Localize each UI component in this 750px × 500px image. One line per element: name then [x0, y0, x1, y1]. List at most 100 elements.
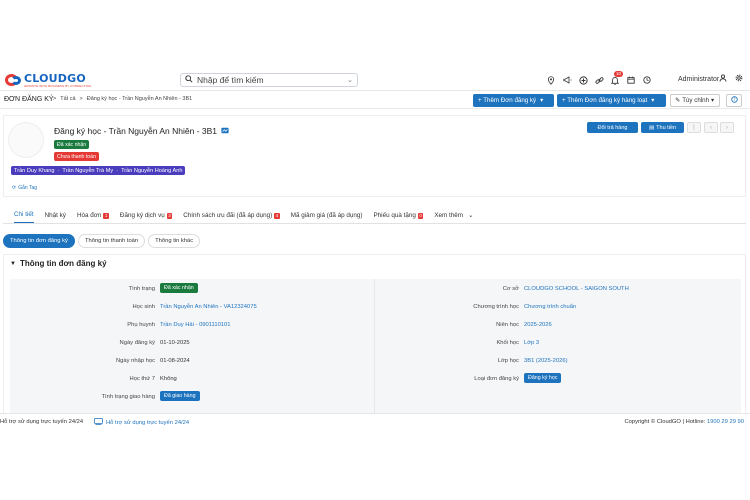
clock-icon[interactable]: [639, 73, 655, 87]
campus-link[interactable]: CLOUDGO SCHOOL - SAIGON SOUTH: [524, 286, 629, 292]
tab-activity-log[interactable]: Nhật ký: [45, 212, 66, 223]
tag-icon[interactable]: [221, 127, 229, 136]
grade-link[interactable]: Lớp 3: [524, 340, 539, 346]
field-label: Loại đơn đăng ký: [474, 376, 519, 382]
registration-type-badge: Đăng ký học: [524, 373, 562, 383]
caret-down-icon[interactable]: ▾: [651, 97, 654, 104]
record-title: Đăng ký học - Trần Nguyễn An Nhiên - 3B1: [54, 126, 229, 136]
detail-tabs: Chi tiết Nhật ký Hóa đơn 1 Đăng ký dịch v…: [3, 208, 746, 224]
field-label: Chương trình học: [473, 304, 519, 310]
return-goods-button[interactable]: Đổi trả hàng: [587, 122, 638, 133]
record-header: Đăng ký học - Trần Nguyễn An Nhiên - 3B1…: [3, 115, 746, 197]
tab-details[interactable]: Chi tiết: [14, 211, 34, 223]
status-badge: Đã xác nhận: [160, 283, 198, 293]
field-label: Phụ huynh: [127, 322, 155, 328]
tab-service-registrations[interactable]: Đăng ký dịch vụ 3: [120, 212, 173, 223]
related-people-tag[interactable]: Trần Duy Khang - Trần Nguyễn Trà My - Tr…: [11, 166, 186, 175]
help-button[interactable]: ?: [726, 93, 742, 107]
add-bulk-registration-button[interactable]: + Thêm Đơn đăng ký hàng loạt ▾: [557, 93, 666, 107]
delivery-status-badge: Đã giao hàng: [160, 391, 200, 401]
field-label: Ngày nhập học: [116, 358, 155, 364]
search-input[interactable]: Nhập để tìm kiếm: [197, 75, 347, 85]
bell-icon[interactable]: 10: [607, 71, 623, 87]
module-title[interactable]: ĐƠN ĐĂNG KÝ: [4, 96, 54, 103]
tab-more[interactable]: Xem thêm ⌄: [434, 212, 473, 223]
caret-down-icon: ▼: [10, 260, 16, 267]
calendar-icon[interactable]: [623, 73, 639, 87]
user-name[interactable]: Administrator: [678, 76, 719, 83]
tab-invoices[interactable]: Hóa đơn 1: [77, 212, 109, 223]
kebab-icon: ⋮: [691, 125, 697, 131]
class-link[interactable]: 3B1 (2025-2026): [524, 358, 568, 364]
location-icon[interactable]: [543, 73, 559, 87]
tab-gift-vouchers[interactable]: Phiếu quà tặng 0: [373, 212, 424, 223]
registration-info-panel: ▼ Thông tin đơn đăng ký Tình trạng Đã xá…: [3, 254, 746, 415]
breadcrumb-sep: >: [53, 96, 57, 102]
next-record-button[interactable]: ›: [720, 122, 734, 133]
notification-badge: 10: [613, 71, 623, 77]
footer-bar: Hỗ trợ sử dụng trực tuyến 24/24 Hỗ trợ s…: [0, 413, 750, 430]
subtab-other-info[interactable]: Thông tin khác: [148, 234, 201, 248]
section-subtabs: Thông tin đơn đăng ký Thông tin thanh to…: [3, 234, 201, 248]
column-divider: [374, 279, 375, 415]
search-icon: [185, 75, 193, 85]
tab-applied-policies[interactable]: Chính sách ưu đãi (đã áp dụng) 4: [183, 212, 280, 223]
support-link[interactable]: Hỗ trợ sử dụng trực tuyến 24/24: [94, 418, 189, 427]
add-tag-link[interactable]: ⟳ Gắn Tag: [12, 185, 37, 191]
related-person: Trần Duy Khang: [14, 167, 55, 174]
field-label: Học thứ 7: [129, 376, 155, 382]
add-tag-label: Gắn Tag: [18, 185, 38, 191]
chevron-right-icon: ›: [726, 124, 728, 131]
receipt-icon: ▤: [648, 124, 655, 131]
prev-record-button[interactable]: ‹: [704, 122, 718, 133]
add-registration-button[interactable]: + Thêm Đơn đăng ký ▾: [473, 93, 554, 107]
program-link[interactable]: Chương trình chuẩn: [524, 304, 576, 310]
record-avatar[interactable]: [8, 122, 44, 158]
brand-slogan: GROWTH WITH BUSINESS BY CONNECTING: [24, 83, 92, 88]
field-label: Ngày đăng ký: [119, 340, 155, 346]
subtab-payment-info[interactable]: Thông tin thanh toán: [77, 234, 146, 248]
chevron-down-icon[interactable]: ⌄: [347, 76, 353, 84]
school-year-link[interactable]: 2025-2026: [524, 322, 552, 328]
megaphone-icon[interactable]: [559, 73, 575, 87]
more-actions-button[interactable]: ⋮: [687, 122, 701, 133]
breadcrumb-record[interactable]: Đăng ký học - Trần Nguyễn An Nhiên - 3B1: [87, 96, 192, 102]
breadcrumb-all[interactable]: Tất cả: [60, 96, 75, 102]
chat-support-icon: [94, 418, 103, 427]
collect-payment-button[interactable]: ▤ Thu tiền: [641, 122, 684, 133]
field-grid: Tình trạng Đã xác nhận Học sinh Trần Ngu…: [10, 279, 741, 415]
gear-icon[interactable]: [735, 74, 743, 84]
status-badge-confirmed: Đã xác nhận: [54, 140, 90, 149]
related-person: Trần Nguyễn Hoàng Anh: [121, 167, 183, 174]
field-label: Khối học: [496, 340, 519, 346]
chevron-left-icon: ‹: [710, 124, 712, 131]
section-title[interactable]: ▼ Thông tin đơn đăng ký: [10, 259, 107, 268]
user-icon[interactable]: [719, 74, 727, 84]
tag-refresh-icon: ⟳: [12, 185, 17, 191]
enrollment-date: 01-08-2024: [160, 358, 190, 364]
breadcrumb: > Tất cả > Đăng ký học - Trần Nguyễn An …: [53, 96, 192, 102]
student-link[interactable]: Trần Nguyễn An Nhiên - VA12324075: [160, 304, 257, 310]
tab-applied-coupons[interactable]: Mã giảm giá (đã áp dụng): [291, 212, 363, 223]
link-icon[interactable]: [591, 73, 607, 87]
header-icons: 10: [543, 71, 655, 87]
saturday-class: Không: [160, 376, 177, 382]
wrench-icon: ✎: [675, 96, 681, 104]
field-label: Cơ sở: [502, 286, 519, 292]
customize-button[interactable]: ✎ Tùy chỉnh ▾: [670, 93, 720, 107]
tab-count-badge: 4: [274, 212, 280, 219]
global-search[interactable]: Nhập để tìm kiếm ⌄: [180, 73, 358, 87]
caret-down-icon[interactable]: ▾: [540, 97, 543, 104]
brand-name: CLOUDGO: [24, 71, 86, 85]
app-window: CLOUDGO GROWTH WITH BUSINESS BY CONNECTI…: [0, 68, 750, 430]
status-badge-unpaid: Chưa thanh toán: [54, 152, 99, 161]
add-circle-icon[interactable]: [575, 73, 591, 87]
subtab-registration-info[interactable]: Thông tin đơn đăng ký: [3, 234, 75, 248]
svg-text:?: ?: [733, 97, 735, 102]
caret-down-icon: ▾: [711, 96, 715, 104]
parent-link[interactable]: Trần Duy Hải - 0901110101: [160, 322, 230, 328]
help-icon: ?: [730, 95, 738, 105]
hotline-link[interactable]: 1900 29 29 90: [707, 419, 744, 425]
field-label: Tình trạng giao hàng: [101, 394, 156, 400]
cloudgo-logo[interactable]: CLOUDGO GROWTH WITH BUSINESS BY CONNECTI…: [5, 72, 91, 88]
